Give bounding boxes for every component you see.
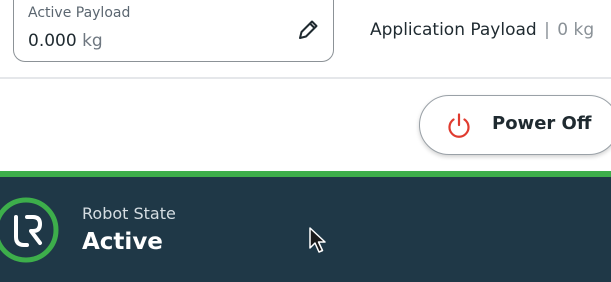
robot-state-value: Active (82, 229, 163, 255)
application-payload: Application Payload | 0 kg (370, 20, 594, 40)
power-off-button[interactable]: Power Off (419, 95, 611, 155)
power-off-label: Power Off (492, 113, 592, 134)
mouse-cursor-icon (308, 226, 330, 256)
application-payload-value: 0 kg (557, 20, 595, 40)
ur-logo-icon (0, 195, 70, 265)
divider (0, 77, 611, 79)
active-payload-value: 0.000 kg (28, 31, 103, 51)
application-payload-label: Application Payload (370, 20, 537, 40)
robot-state-bar: Robot State Active (0, 171, 611, 282)
robot-state-label: Robot State (82, 204, 176, 223)
active-payload-label: Active Payload (28, 5, 131, 21)
active-payload-unit: kg (82, 31, 103, 51)
pencil-icon[interactable] (295, 17, 321, 43)
application-payload-separator: | (544, 20, 550, 40)
power-icon (444, 111, 474, 141)
state-accent-strip (0, 171, 611, 177)
active-payload-number: 0.000 (28, 31, 77, 51)
active-payload-field[interactable]: Active Payload 0.000 kg (13, 0, 334, 62)
